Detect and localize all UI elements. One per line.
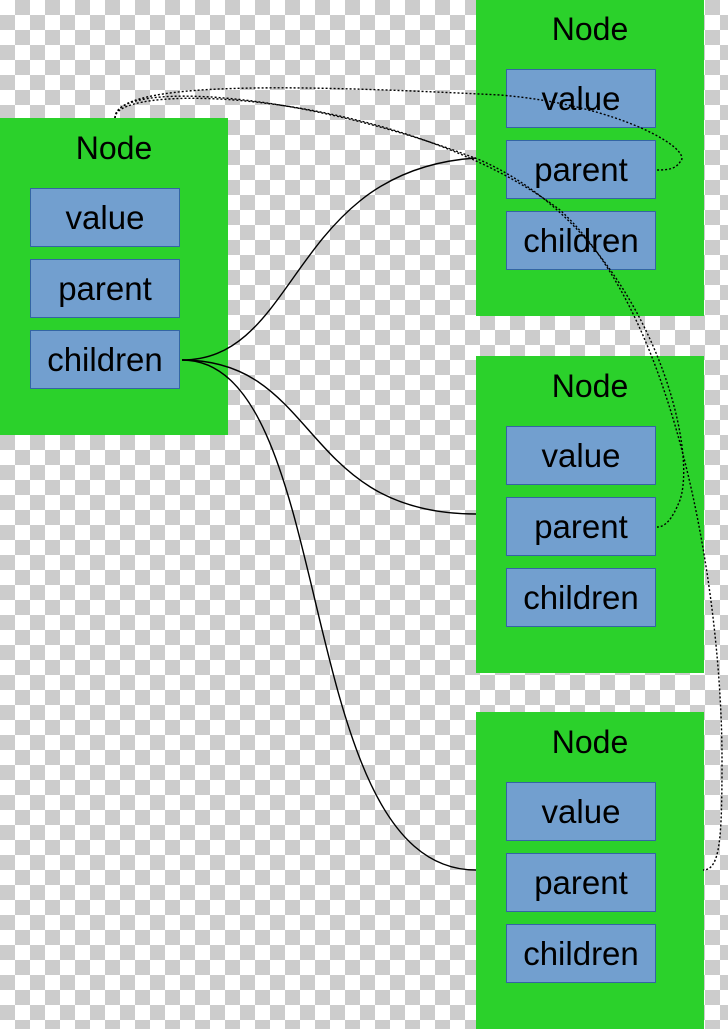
edges-layer [114, 87, 723, 871]
children-edge-2 [181, 359, 477, 515]
parent-edge-2 [114, 95, 685, 528]
parent-edge-3 [114, 97, 723, 871]
children-edge-1 [181, 157, 477, 361]
parent-edge-1 [114, 87, 683, 171]
children-edge-3 [181, 359, 477, 871]
